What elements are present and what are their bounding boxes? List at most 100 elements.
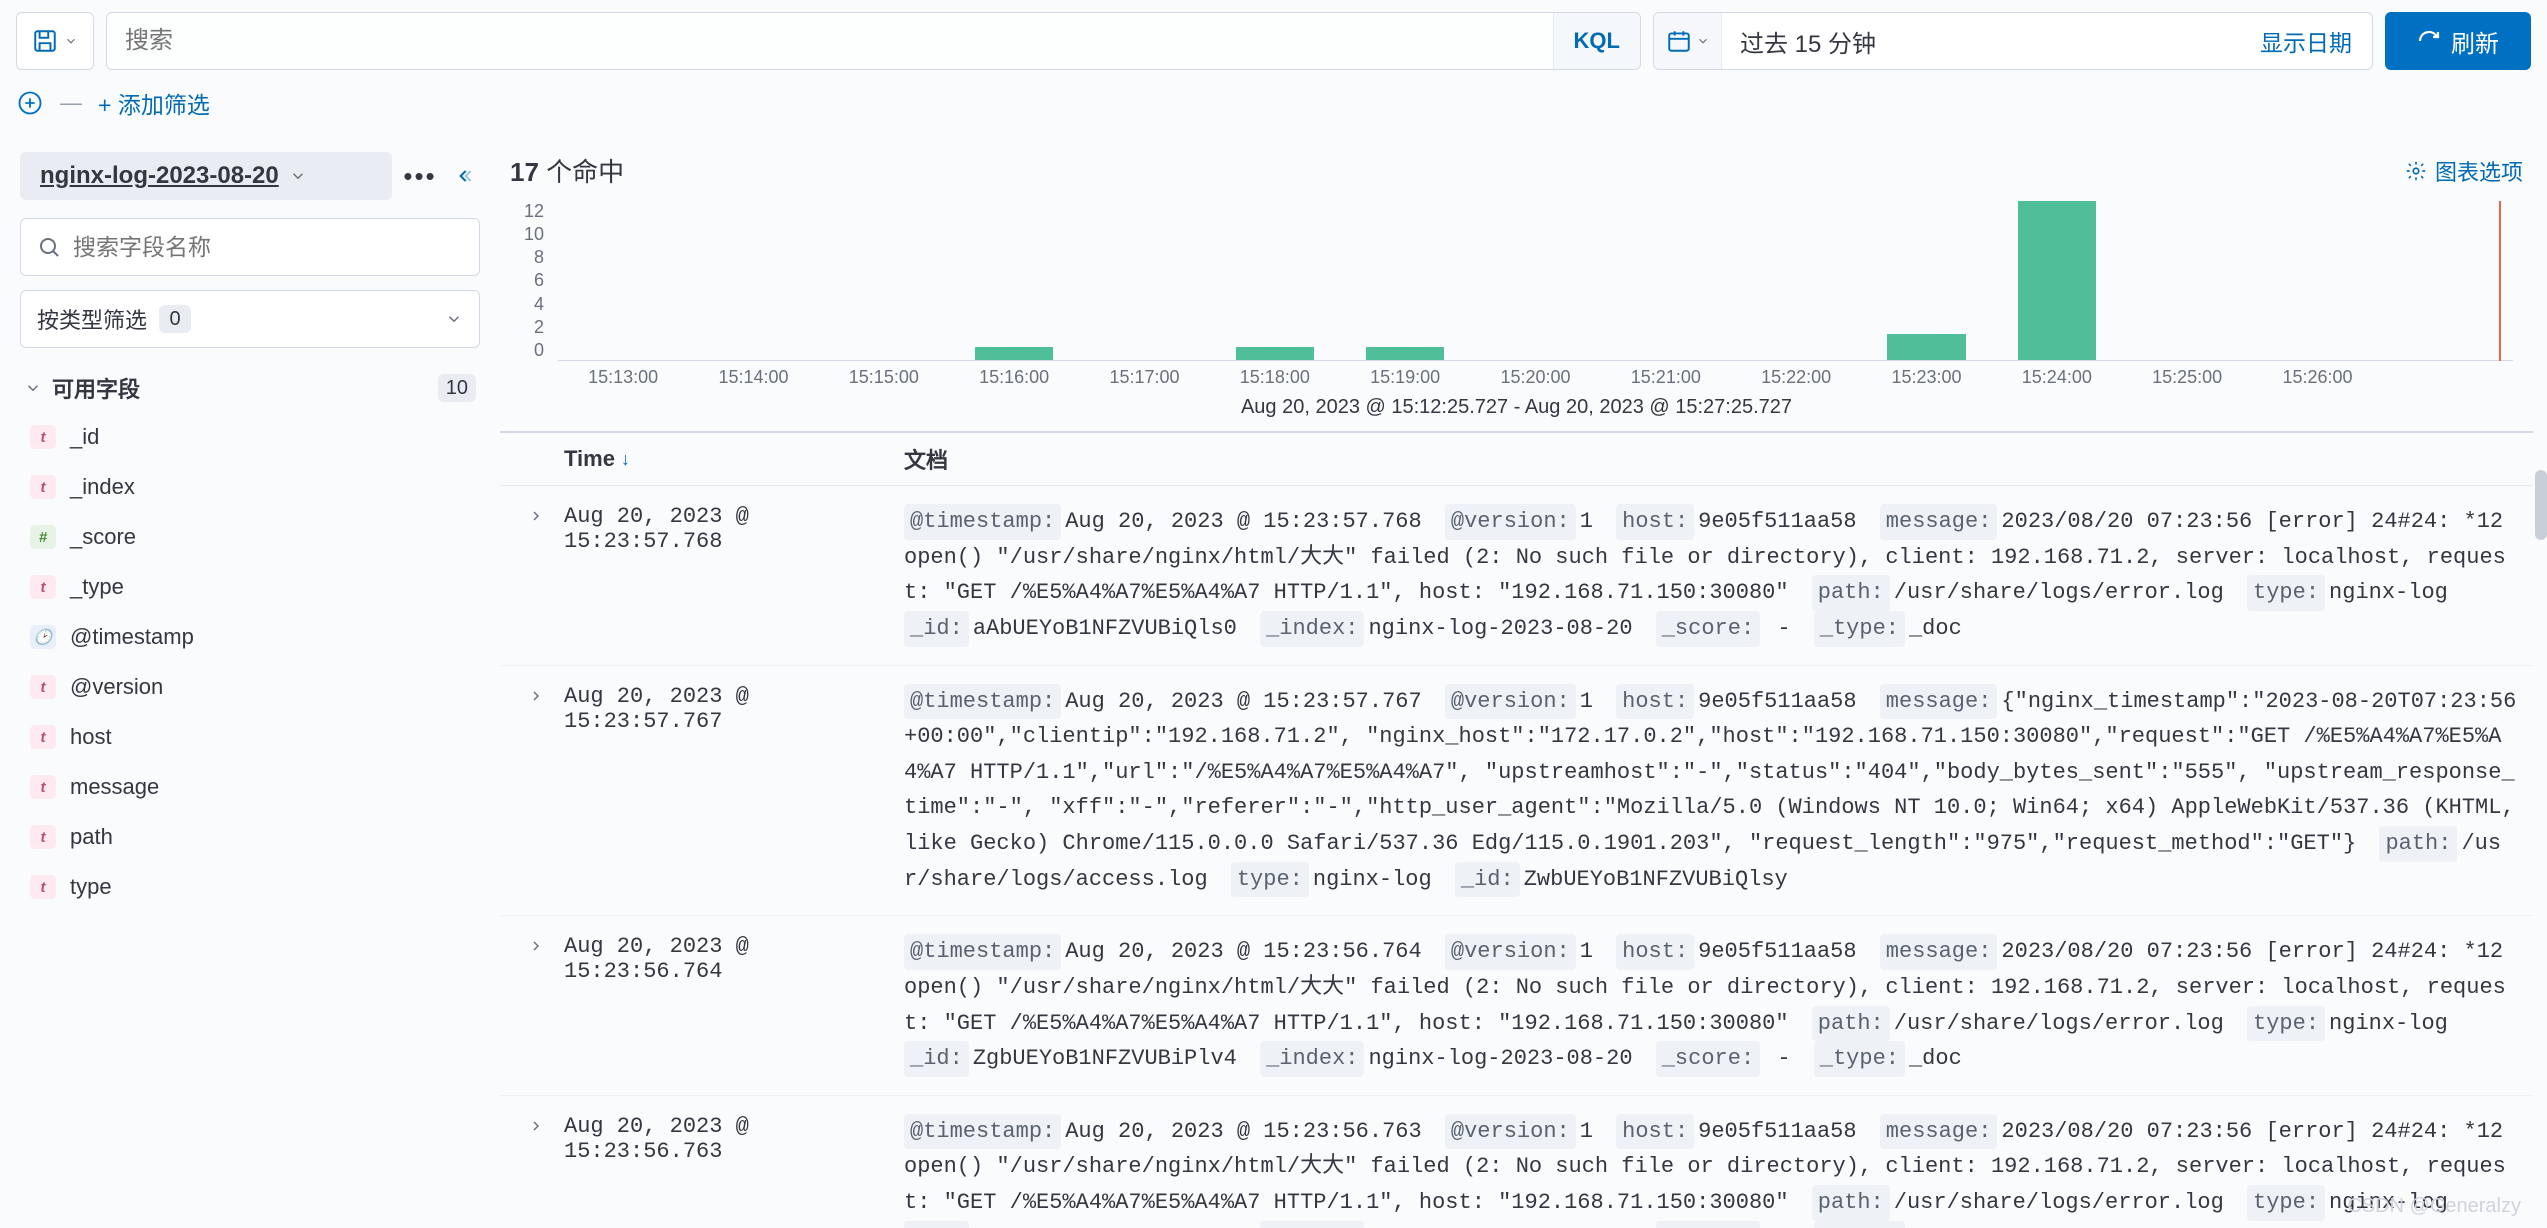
- field-item[interactable]: t message: [30, 768, 480, 806]
- refresh-icon: [2417, 29, 2441, 53]
- field-item[interactable]: t @version: [30, 668, 480, 706]
- field-name: message: [70, 774, 159, 800]
- field-type-icon: t: [30, 775, 56, 799]
- cell-doc: @timestamp:Aug 20, 2023 @ 15:23:56.764 @…: [904, 934, 2525, 1077]
- saved-queries-button[interactable]: [16, 12, 94, 70]
- available-fields-count: 10: [438, 374, 476, 402]
- sort-desc-icon: ↓: [621, 449, 630, 470]
- field-list: t_idt_index#_scoret_type🕑@timestampt@ver…: [20, 418, 480, 906]
- filter-by-type-label: 按类型筛选: [37, 303, 147, 335]
- cell-time: Aug 20, 2023 @ 15:23:56.764: [564, 934, 904, 984]
- field-name: _score: [70, 524, 136, 550]
- refresh-button[interactable]: 刷新: [2385, 12, 2531, 70]
- col-time[interactable]: Time↓: [564, 443, 904, 475]
- index-pattern-label: nginx-log-2023-08-20: [40, 162, 279, 190]
- collapse-icon: [454, 166, 474, 186]
- field-name: path: [70, 824, 113, 850]
- field-name: _index: [70, 474, 135, 500]
- field-name: _id: [70, 424, 99, 450]
- cell-doc: @timestamp:Aug 20, 2023 @ 15:23:57.767 @…: [904, 684, 2525, 898]
- filter-settings-icon[interactable]: [16, 89, 44, 117]
- filter-by-type[interactable]: 按类型筛选 0: [20, 290, 480, 348]
- date-range-text[interactable]: 过去 15 分钟: [1722, 24, 2240, 59]
- field-search-input[interactable]: [73, 234, 463, 261]
- table-row: Aug 20, 2023 @ 15:23:56.764@timestamp:Au…: [500, 916, 2533, 1096]
- field-type-icon: t: [30, 675, 56, 699]
- index-pattern-select[interactable]: nginx-log-2023-08-20: [20, 152, 392, 200]
- expand-row-button[interactable]: [508, 1114, 564, 1134]
- now-line: [2499, 201, 2501, 361]
- cell-doc: @timestamp:Aug 20, 2023 @ 15:23:56.763 @…: [904, 1114, 2525, 1228]
- field-item[interactable]: t_type: [30, 568, 480, 606]
- chart-bar[interactable]: [2018, 201, 2096, 360]
- field-name: host: [70, 724, 112, 750]
- calendar-icon: [1666, 28, 1692, 54]
- main: nginx-log-2023-08-20 ••• 按类型筛选 0 可用字段: [0, 136, 2547, 1228]
- chart-bar[interactable]: [975, 347, 1053, 360]
- refresh-label: 刷新: [2451, 24, 2499, 59]
- table-header: Time↓ 文档: [500, 433, 2533, 486]
- expand-row-button[interactable]: [508, 504, 564, 524]
- histogram-chart[interactable]: 121086420 15:13:0015:14:0015:15:0015:16:…: [500, 201, 2533, 421]
- field-type-icon: #: [30, 525, 56, 549]
- chevron-down-icon: [445, 310, 463, 328]
- filter-bar: — + 添加筛选: [0, 70, 2547, 136]
- sidebar: nginx-log-2023-08-20 ••• 按类型筛选 0 可用字段: [0, 136, 500, 1228]
- chevron-down-icon: [24, 379, 42, 397]
- field-name: @version: [70, 674, 163, 700]
- y-axis: 121086420: [508, 201, 544, 361]
- table-row: Aug 20, 2023 @ 15:23:57.768@timestamp:Au…: [500, 486, 2533, 666]
- results-table: Time↓ 文档 Aug 20, 2023 @ 15:23:57.768@tim…: [500, 431, 2533, 1228]
- field-item[interactable]: # _score: [30, 518, 480, 556]
- chart-plot: [558, 201, 2513, 361]
- table-row: Aug 20, 2023 @ 15:23:56.763@timestamp:Au…: [500, 1096, 2533, 1228]
- field-name: type: [70, 874, 112, 900]
- chevron-right-icon: [528, 688, 544, 704]
- field-type-icon: t: [30, 575, 56, 599]
- scrollbar[interactable]: [2535, 470, 2547, 540]
- field-type-icon: t: [30, 725, 56, 749]
- topbar: KQL 过去 15 分钟 显示日期 刷新: [0, 0, 2547, 70]
- cell-doc: @timestamp:Aug 20, 2023 @ 15:23:57.768 @…: [904, 504, 2525, 647]
- field-item[interactable]: tpath: [30, 818, 480, 856]
- chevron-down-icon: [1696, 34, 1710, 48]
- collapse-sidebar-button[interactable]: [448, 160, 480, 192]
- field-name: @timestamp: [70, 624, 194, 650]
- field-item[interactable]: ttype: [30, 868, 480, 906]
- chevron-right-icon: [528, 938, 544, 954]
- field-item[interactable]: 🕑@timestamp: [30, 618, 480, 656]
- col-doc[interactable]: 文档: [904, 443, 2525, 475]
- cell-time: Aug 20, 2023 @ 15:23:57.767: [564, 684, 904, 734]
- cell-time: Aug 20, 2023 @ 15:23:57.768: [564, 504, 904, 554]
- field-type-icon: t: [30, 475, 56, 499]
- expand-row-button[interactable]: [508, 934, 564, 954]
- chevron-right-icon: [528, 508, 544, 524]
- field-search: [20, 218, 480, 276]
- search-input[interactable]: [107, 27, 1553, 55]
- sidebar-menu-button[interactable]: •••: [404, 160, 436, 192]
- add-filter-button[interactable]: + 添加筛选: [98, 86, 210, 120]
- dots-icon: •••: [403, 161, 436, 192]
- field-item[interactable]: t_id: [30, 418, 480, 456]
- chart-options-button[interactable]: 图表选项: [2405, 155, 2523, 187]
- query-bar: KQL: [106, 12, 1641, 70]
- chart-options-label: 图表选项: [2435, 155, 2523, 187]
- disk-icon: [32, 28, 58, 54]
- chevron-down-icon: [289, 167, 307, 185]
- gear-icon: [2405, 160, 2427, 182]
- expand-row-button[interactable]: [508, 684, 564, 704]
- field-item[interactable]: thost: [30, 718, 480, 756]
- chart-bar[interactable]: [1236, 347, 1314, 360]
- field-item[interactable]: t _index: [30, 468, 480, 506]
- calendar-button[interactable]: [1654, 13, 1722, 69]
- field-type-icon: t: [30, 825, 56, 849]
- show-dates-button[interactable]: 显示日期: [2240, 24, 2372, 58]
- available-fields-header[interactable]: 可用字段 10: [20, 366, 480, 410]
- x-axis: 15:13:0015:14:0015:15:0015:16:0015:17:00…: [558, 367, 2513, 388]
- kql-button[interactable]: KQL: [1553, 13, 1640, 69]
- chart-bar[interactable]: [1366, 347, 1444, 360]
- chart-bar[interactable]: [1887, 334, 1965, 361]
- field-type-icon: t: [30, 875, 56, 899]
- date-picker: 过去 15 分钟 显示日期: [1653, 12, 2373, 70]
- table-row: Aug 20, 2023 @ 15:23:57.767@timestamp:Au…: [500, 666, 2533, 917]
